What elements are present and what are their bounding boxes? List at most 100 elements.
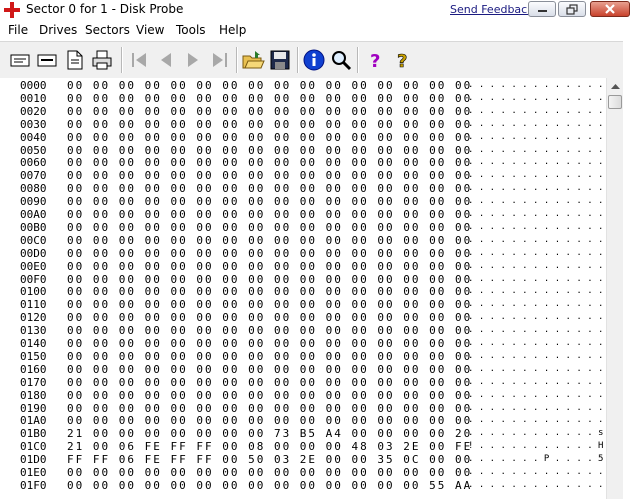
- row-bytes[interactable]: 00 00 00 00 00 00 00 00 00 00 00 00 00 0…: [67, 350, 472, 363]
- row-offset: 0020: [20, 104, 47, 118]
- open-icon: [242, 51, 265, 69]
- row-ascii[interactable]: . . . . . . . . . . . . s . . .: [468, 427, 606, 440]
- menu-tools[interactable]: Tools: [176, 23, 206, 37]
- row-bytes[interactable]: 00 00 00 00 00 00 00 00 00 00 00 00 00 0…: [67, 92, 472, 105]
- row-bytes[interactable]: 00 00 00 00 00 00 00 00 00 00 00 00 00 0…: [67, 311, 472, 324]
- row-ascii[interactable]: . . . . . . . . . . . . . . . .: [468, 105, 606, 118]
- row-bytes[interactable]: 00 00 00 00 00 00 00 00 00 00 00 00 00 0…: [67, 260, 472, 273]
- row-ascii[interactable]: . . . . . . . . . . . . . . . .: [468, 144, 606, 157]
- row-ascii[interactable]: . . . . . . . . . . . . . . . .: [468, 273, 606, 286]
- row-ascii[interactable]: . . . . . . . . . . . . . . . .: [468, 414, 606, 427]
- row-ascii[interactable]: . . . . . . . . . . . . . . . .: [468, 247, 606, 260]
- sector-bytes-button[interactable]: [8, 48, 32, 72]
- row-bytes[interactable]: 00 00 00 00 00 00 00 00 00 00 00 00 00 0…: [67, 105, 472, 118]
- row-ascii[interactable]: . . . . . . . . . . . . . . . .: [468, 221, 606, 234]
- first-sector-button[interactable]: [127, 48, 151, 72]
- row-offset: 0080: [20, 182, 47, 196]
- open-button[interactable]: [241, 48, 265, 72]
- row-ascii[interactable]: . . . . . . . . . . . . . . . .: [468, 260, 606, 273]
- row-bytes[interactable]: 00 00 00 00 00 00 00 00 00 00 00 00 00 0…: [67, 182, 472, 195]
- row-bytes[interactable]: 00 00 00 00 00 00 00 00 00 00 00 00 00 0…: [67, 363, 472, 376]
- row-ascii[interactable]: . . . . . . . . . . . . . . . .: [468, 156, 606, 169]
- row-ascii[interactable]: . . . . . . . . . . . . . . . .: [468, 118, 606, 131]
- row-bytes[interactable]: 00 00 00 00 00 00 00 00 00 00 00 00 00 0…: [67, 466, 472, 479]
- row-ascii[interactable]: . . . . . . . . . . . . . . . .: [468, 324, 606, 337]
- row-bytes[interactable]: 00 00 00 00 00 00 00 00 00 00 00 00 00 0…: [67, 195, 472, 208]
- scroll-thumb[interactable]: [608, 95, 622, 109]
- row-ascii[interactable]: ! . . . . . . . . . . . H . . .: [468, 440, 606, 453]
- row-ascii[interactable]: . . . . . . . . . . . . . . . .: [468, 195, 606, 208]
- row-ascii[interactable]: . . . . . . . . . . . . . . . .: [468, 363, 606, 376]
- row-ascii[interactable]: . . . . . . . . . . . . . . . .: [468, 92, 606, 105]
- row-ascii[interactable]: . . . . . . . . . . . . . . . .: [468, 169, 606, 182]
- minimize-button[interactable]: [528, 1, 556, 17]
- row-bytes[interactable]: 00 00 00 00 00 00 00 00 00 00 00 00 00 0…: [67, 131, 472, 144]
- row-bytes[interactable]: 00 00 00 00 00 00 00 00 00 00 00 00 00 0…: [67, 414, 472, 427]
- row-bytes[interactable]: 00 00 00 00 00 00 00 00 00 00 00 00 00 0…: [67, 156, 472, 169]
- menu-file[interactable]: File: [8, 23, 28, 37]
- row-bytes[interactable]: 00 00 00 00 00 00 00 00 00 00 00 00 00 0…: [67, 337, 472, 350]
- last-sector-button[interactable]: [208, 48, 232, 72]
- info-button[interactable]: [302, 48, 326, 72]
- menu-help[interactable]: Help: [219, 23, 246, 37]
- row-bytes[interactable]: 00 00 00 00 00 00 00 00 00 00 00 00 00 0…: [67, 247, 472, 260]
- row-bytes[interactable]: 00 00 00 00 00 00 00 00 00 00 00 00 00 0…: [67, 234, 472, 247]
- row-ascii[interactable]: . . . . . . . . . . . . . . . .: [468, 79, 606, 92]
- row-bytes[interactable]: 00 00 00 00 00 00 00 00 00 00 00 00 00 0…: [67, 324, 472, 337]
- row-bytes[interactable]: 00 00 00 00 00 00 00 00 00 00 00 00 00 0…: [67, 169, 472, 182]
- row-bytes[interactable]: 00 00 00 00 00 00 00 00 00 00 00 00 00 0…: [67, 221, 472, 234]
- hex-view[interactable]: 0000 00 00 00 00 00 00 00 00 00 00 00 00 …: [0, 78, 606, 499]
- previous-sector-button[interactable]: [154, 48, 178, 72]
- row-bytes[interactable]: 00 00 00 00 00 00 00 00 00 00 00 00 00 0…: [67, 208, 472, 221]
- save-button[interactable]: [268, 48, 292, 72]
- row-ascii[interactable]: . . . . . . . . . . . . . . . .: [468, 337, 606, 350]
- row-bytes[interactable]: 00 00 00 00 00 00 00 00 00 00 00 00 00 0…: [67, 376, 472, 389]
- boot-sector-button[interactable]: [63, 48, 87, 72]
- row-bytes[interactable]: 00 00 00 00 00 00 00 00 00 00 00 00 00 0…: [67, 298, 472, 311]
- row-bytes[interactable]: FF FF 06 FE FF FF 00 50 03 2E 00 00 35 0…: [67, 453, 472, 466]
- row-bytes[interactable]: 00 00 00 00 00 00 00 00 00 00 00 00 00 0…: [67, 479, 472, 492]
- row-ascii[interactable]: . . . . . . . . . . . . . . . .: [468, 350, 606, 363]
- row-bytes[interactable]: 00 00 00 00 00 00 00 00 00 00 00 00 00 0…: [67, 273, 472, 286]
- next-sector-button[interactable]: [181, 48, 205, 72]
- row-bytes[interactable]: 21 00 06 FE FF FF 00 08 00 00 00 48 03 2…: [67, 440, 472, 453]
- row-bytes[interactable]: 00 00 00 00 00 00 00 00 00 00 00 00 00 0…: [67, 402, 472, 415]
- row-bytes[interactable]: 00 00 00 00 00 00 00 00 00 00 00 00 00 0…: [67, 389, 472, 402]
- row-offset: 0110: [20, 298, 47, 312]
- row-ascii[interactable]: . . . . . . . . . . . . . . . .: [468, 311, 606, 324]
- print-button[interactable]: [90, 48, 114, 72]
- scroll-up-arrow-icon[interactable]: [607, 78, 624, 95]
- row-ascii[interactable]: . . . . . . . P . . . . 5 . . .: [468, 453, 606, 466]
- partition-table-button[interactable]: [35, 48, 59, 72]
- menu-view[interactable]: View: [136, 23, 164, 37]
- send-feedback-link[interactable]: Send Feedback: [450, 3, 534, 16]
- partition-table-icon: [37, 54, 57, 67]
- row-bytes[interactable]: 21 00 00 00 00 00 00 00 73 B5 A4 00 00 0…: [67, 427, 472, 440]
- row-ascii[interactable]: . . . . . . . . . . . . . . . .: [468, 131, 606, 144]
- row-ascii[interactable]: . . . . . . . . . . . . . . . .: [468, 285, 606, 298]
- search-button[interactable]: [329, 48, 353, 72]
- close-button[interactable]: [590, 1, 630, 17]
- row-bytes[interactable]: 00 00 00 00 00 00 00 00 00 00 00 00 00 0…: [67, 144, 472, 157]
- row-ascii[interactable]: . . . . . . . . . . . . . . . .: [468, 376, 606, 389]
- row-bytes[interactable]: 00 00 00 00 00 00 00 00 00 00 00 00 00 0…: [67, 79, 472, 92]
- menu-sectors[interactable]: Sectors: [85, 23, 130, 37]
- window-edge: [623, 41, 633, 499]
- row-ascii[interactable]: . . . . . . . . . . . . . . . .: [468, 208, 606, 221]
- row-offset: 0040: [20, 130, 47, 144]
- row-bytes[interactable]: 00 00 00 00 00 00 00 00 00 00 00 00 00 0…: [67, 118, 472, 131]
- help-button[interactable]: ?: [363, 48, 387, 72]
- menu-drives[interactable]: Drives: [39, 23, 77, 37]
- row-ascii[interactable]: . . . . . . . . . . . . . . . .: [468, 234, 606, 247]
- row-ascii[interactable]: . . . . . . . . . . . . . . . .: [468, 389, 606, 402]
- row-offset: 0090: [20, 195, 47, 209]
- row-bytes[interactable]: 00 00 00 00 00 00 00 00 00 00 00 00 00 0…: [67, 285, 472, 298]
- row-ascii[interactable]: . . . . . . . . . . . . . . . .: [468, 298, 606, 311]
- row-ascii[interactable]: . . . . . . . . . . . . . . . .: [468, 466, 606, 479]
- restore-button[interactable]: [558, 1, 586, 17]
- row-ascii[interactable]: . . . . . . . . . . . . . . . U: [468, 479, 606, 492]
- row-ascii[interactable]: . . . . . . . . . . . . . . . .: [468, 402, 606, 415]
- context-help-button[interactable]: ?: [390, 48, 414, 72]
- vertical-scrollbar[interactable]: [606, 78, 624, 499]
- row-ascii[interactable]: . . . . . . . . . . . . . . . .: [468, 182, 606, 195]
